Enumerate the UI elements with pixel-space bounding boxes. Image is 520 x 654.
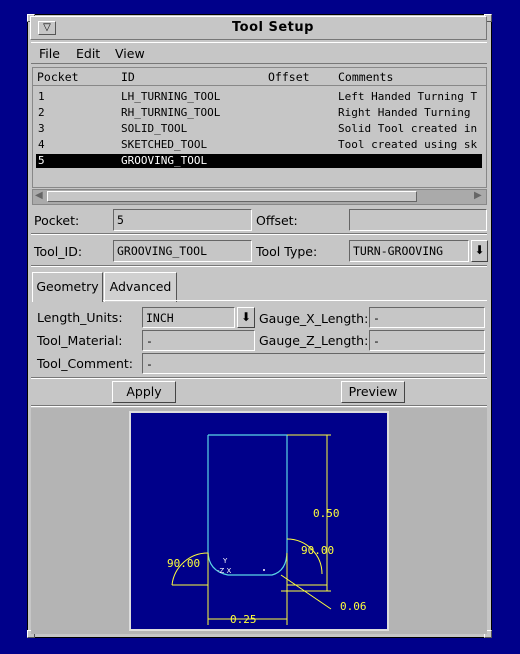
tool-material-label: Tool_Material: [37, 333, 123, 348]
apply-button[interactable]: Apply [112, 381, 176, 403]
column-header-pocket[interactable]: Pocket [37, 70, 79, 84]
row-comment: Solid Tool created in [338, 122, 478, 135]
dim-radius-label: 0.06 [340, 600, 367, 613]
length-units-label: Length_Units: [37, 310, 123, 325]
dim-width-label: 0.25 [230, 613, 257, 626]
tool-material-field[interactable]: - [142, 330, 255, 351]
dim-angle-left-label: 90.00 [167, 557, 200, 570]
tool-preview-canvas: 0.50 90.00 90.00 0.06 0.25 Y -Z X [129, 411, 389, 631]
table-row[interactable]: 3 SOLID_TOOL Solid Tool created in [36, 122, 482, 136]
window-title: Tool Setup [232, 20, 314, 35]
tool-preview-drawing: 0.50 90.00 90.00 0.06 0.25 Y -Z X [167, 434, 367, 626]
scroll-left-arrow-icon[interactable]: ◀ [35, 190, 43, 201]
tab-panel-border [103, 300, 487, 301]
menu-file[interactable]: File [39, 46, 60, 61]
axis-indicator: Y -Z X [217, 557, 265, 575]
table-row[interactable]: 4 SKETCHED_TOOL Tool created using sk [36, 138, 482, 152]
pocket-label: Pocket: [34, 213, 80, 228]
gauge-x-length-label: Gauge_X_Length: [259, 311, 369, 326]
row-pocket: 5 [38, 154, 45, 167]
tool-comment-label: Tool_Comment: [37, 356, 133, 371]
tool-comment-field[interactable]: - [142, 353, 485, 374]
column-header-id[interactable]: ID [121, 70, 135, 84]
tool-type-label: Tool Type: [256, 244, 318, 259]
preview-button[interactable]: Preview [341, 381, 405, 403]
row-comment: Tool created using sk [338, 138, 478, 151]
gauge-z-length-field[interactable]: - [369, 330, 485, 351]
axis-y-label: Y [222, 557, 228, 565]
row-pocket: 1 [38, 90, 45, 103]
row-id: SKETCHED_TOOL [121, 138, 208, 151]
gauge-x-length-field[interactable]: - [369, 307, 485, 328]
tab-geometry[interactable]: Geometry [32, 272, 103, 302]
tool-list-header [32, 67, 487, 85]
row-comment: Left Handed Turning T [338, 90, 478, 103]
tool-id-field[interactable]: GROOVING_TOOL [113, 240, 252, 262]
separator [31, 377, 487, 379]
row-id: SOLID_TOOL [121, 122, 188, 135]
gauge-z-length-label: Gauge_Z_Length: [259, 333, 369, 348]
table-row-selected[interactable]: 5 GROOVING_TOOL [36, 154, 482, 168]
row-pocket: 3 [38, 122, 45, 135]
pocket-field[interactable]: 5 [113, 209, 252, 231]
tool-type-dropdown-icon[interactable]: ⬇ [471, 240, 488, 262]
grooving-tool-outline [207, 434, 288, 576]
length-units-field[interactable]: INCH [142, 307, 235, 328]
table-row[interactable]: 1 LH_TURNING_TOOL Left Handed Turning T [36, 90, 482, 104]
separator [31, 233, 487, 235]
row-pocket: 2 [38, 106, 45, 119]
row-comment: Right Handed Turning [338, 106, 471, 119]
length-units-dropdown-icon[interactable]: ⬇ [237, 307, 255, 328]
separator [31, 265, 487, 267]
row-id: RH_TURNING_TOOL [121, 106, 221, 119]
dimension-text: 0.50 90.00 90.00 0.06 0.25 [167, 507, 367, 626]
row-pocket: 4 [38, 138, 45, 151]
dimension-lines [171, 434, 332, 625]
column-header-comments[interactable]: Comments [338, 70, 393, 84]
row-id: LH_TURNING_TOOL [121, 90, 221, 103]
menu-view[interactable]: View [115, 46, 145, 61]
tool-type-field[interactable]: TURN-GROOVING [349, 240, 469, 262]
offset-label: Offset: [256, 213, 298, 228]
dim-angle-right-label: 90.00 [301, 544, 334, 557]
tool-id-label: Tool_ID: [34, 244, 83, 259]
row-id: GROOVING_TOOL [121, 154, 208, 167]
scrollbar-thumb[interactable] [47, 191, 417, 202]
dim-height-label: 0.50 [313, 507, 340, 520]
origin-point [263, 569, 265, 571]
table-row[interactable]: 2 RH_TURNING_TOOL Right Handed Turning [36, 106, 482, 120]
tab-advanced[interactable]: Advanced [104, 272, 177, 302]
column-header-offset[interactable]: Offset [268, 70, 310, 84]
separator [31, 405, 487, 407]
menu-edit[interactable]: Edit [76, 46, 100, 61]
scroll-right-arrow-icon[interactable]: ▶ [474, 190, 482, 201]
offset-field[interactable] [349, 209, 487, 231]
axis-zx-label: -Z X [217, 567, 232, 575]
